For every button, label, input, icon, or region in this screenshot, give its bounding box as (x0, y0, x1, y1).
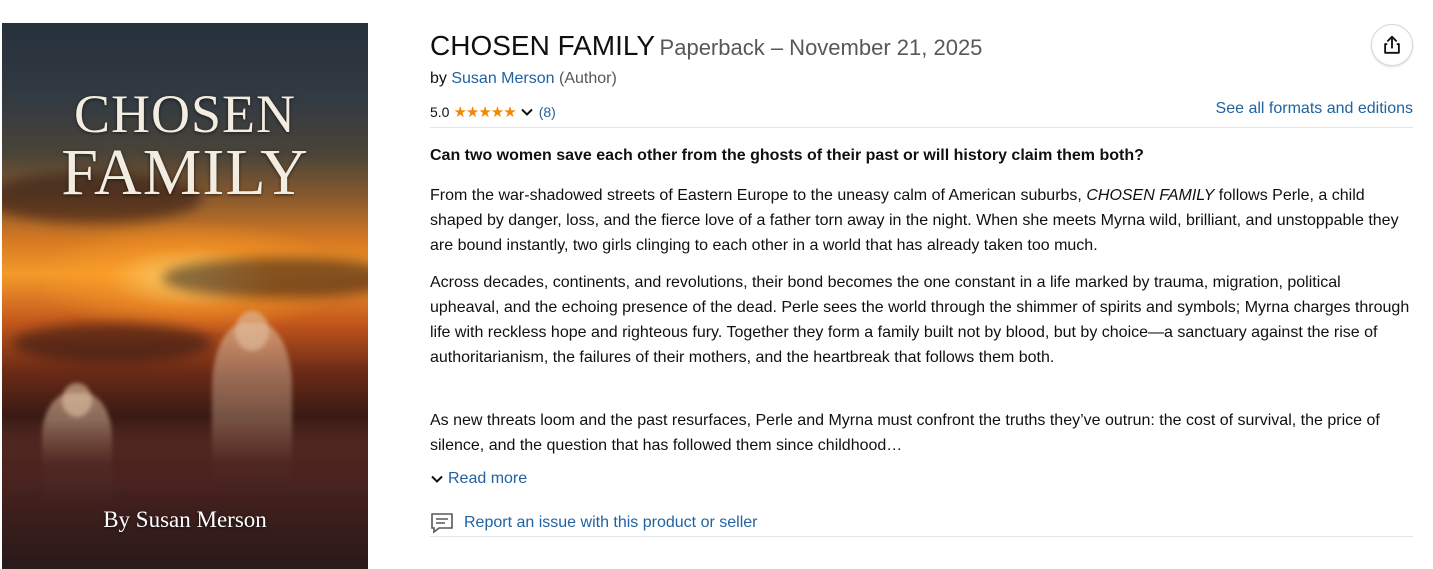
rating-summary: 5.0 ★★★★★ (8) (430, 102, 556, 122)
cover-byline: By Susan Merson (103, 507, 267, 532)
chevron-down-icon[interactable] (520, 105, 534, 119)
star-rating-icon[interactable]: ★★★★★ (453, 103, 516, 121)
divider (430, 127, 1413, 128)
chevron-down-icon (430, 472, 444, 486)
share-button[interactable] (1371, 24, 1413, 66)
byline-prefix: by (430, 70, 447, 87)
product-format-date: Paperback – November 21, 2025 (659, 35, 983, 60)
author-link[interactable]: Susan Merson (451, 70, 554, 87)
product-title: CHOSEN FAMILY (430, 30, 656, 61)
see-all-formats-link[interactable]: See all formats and editions (1216, 100, 1413, 118)
description-headline: Can two women save each other from the g… (430, 147, 1144, 164)
description-paragraph-2: Across decades, continents, and revoluti… (430, 274, 1410, 366)
p1-text-start: From the war-shadowed streets of Eastern… (430, 187, 1087, 204)
cover-ghost-head (62, 383, 92, 417)
cover-mountain-ridge (2, 419, 368, 569)
read-more-label: Read more (448, 470, 528, 487)
speech-bubble-icon (430, 512, 454, 534)
author-byline: by Susan Merson (Author) (430, 70, 617, 88)
p1-book-title-italic: CHOSEN FAMILY (1086, 187, 1215, 204)
divider (430, 536, 1413, 537)
report-issue-link[interactable]: Report an issue with this product or sel… (430, 512, 757, 534)
rating-value: 5.0 (430, 104, 450, 120)
cover-cloud (12, 323, 212, 363)
description-paragraph-1: From the war-shadowed streets of Eastern… (430, 183, 1414, 258)
share-icon (1384, 35, 1400, 54)
read-more-link[interactable]: Read more (430, 470, 527, 488)
cover-title-line-2: FAMILY (61, 136, 309, 209)
cover-ghost-head (235, 311, 269, 351)
report-issue-label: Report an issue with this product or sel… (464, 514, 758, 531)
description-paragraph-3: As new threats loom and the past resurfa… (430, 412, 1380, 454)
author-role: (Author) (558, 70, 617, 87)
book-cover-image[interactable]: CHOSEN FAMILY By Susan Merson (2, 23, 368, 569)
rating-count-link[interactable]: (8) (539, 104, 556, 120)
product-title-row: CHOSEN FAMILY Paperback – November 21, 2… (430, 30, 982, 62)
